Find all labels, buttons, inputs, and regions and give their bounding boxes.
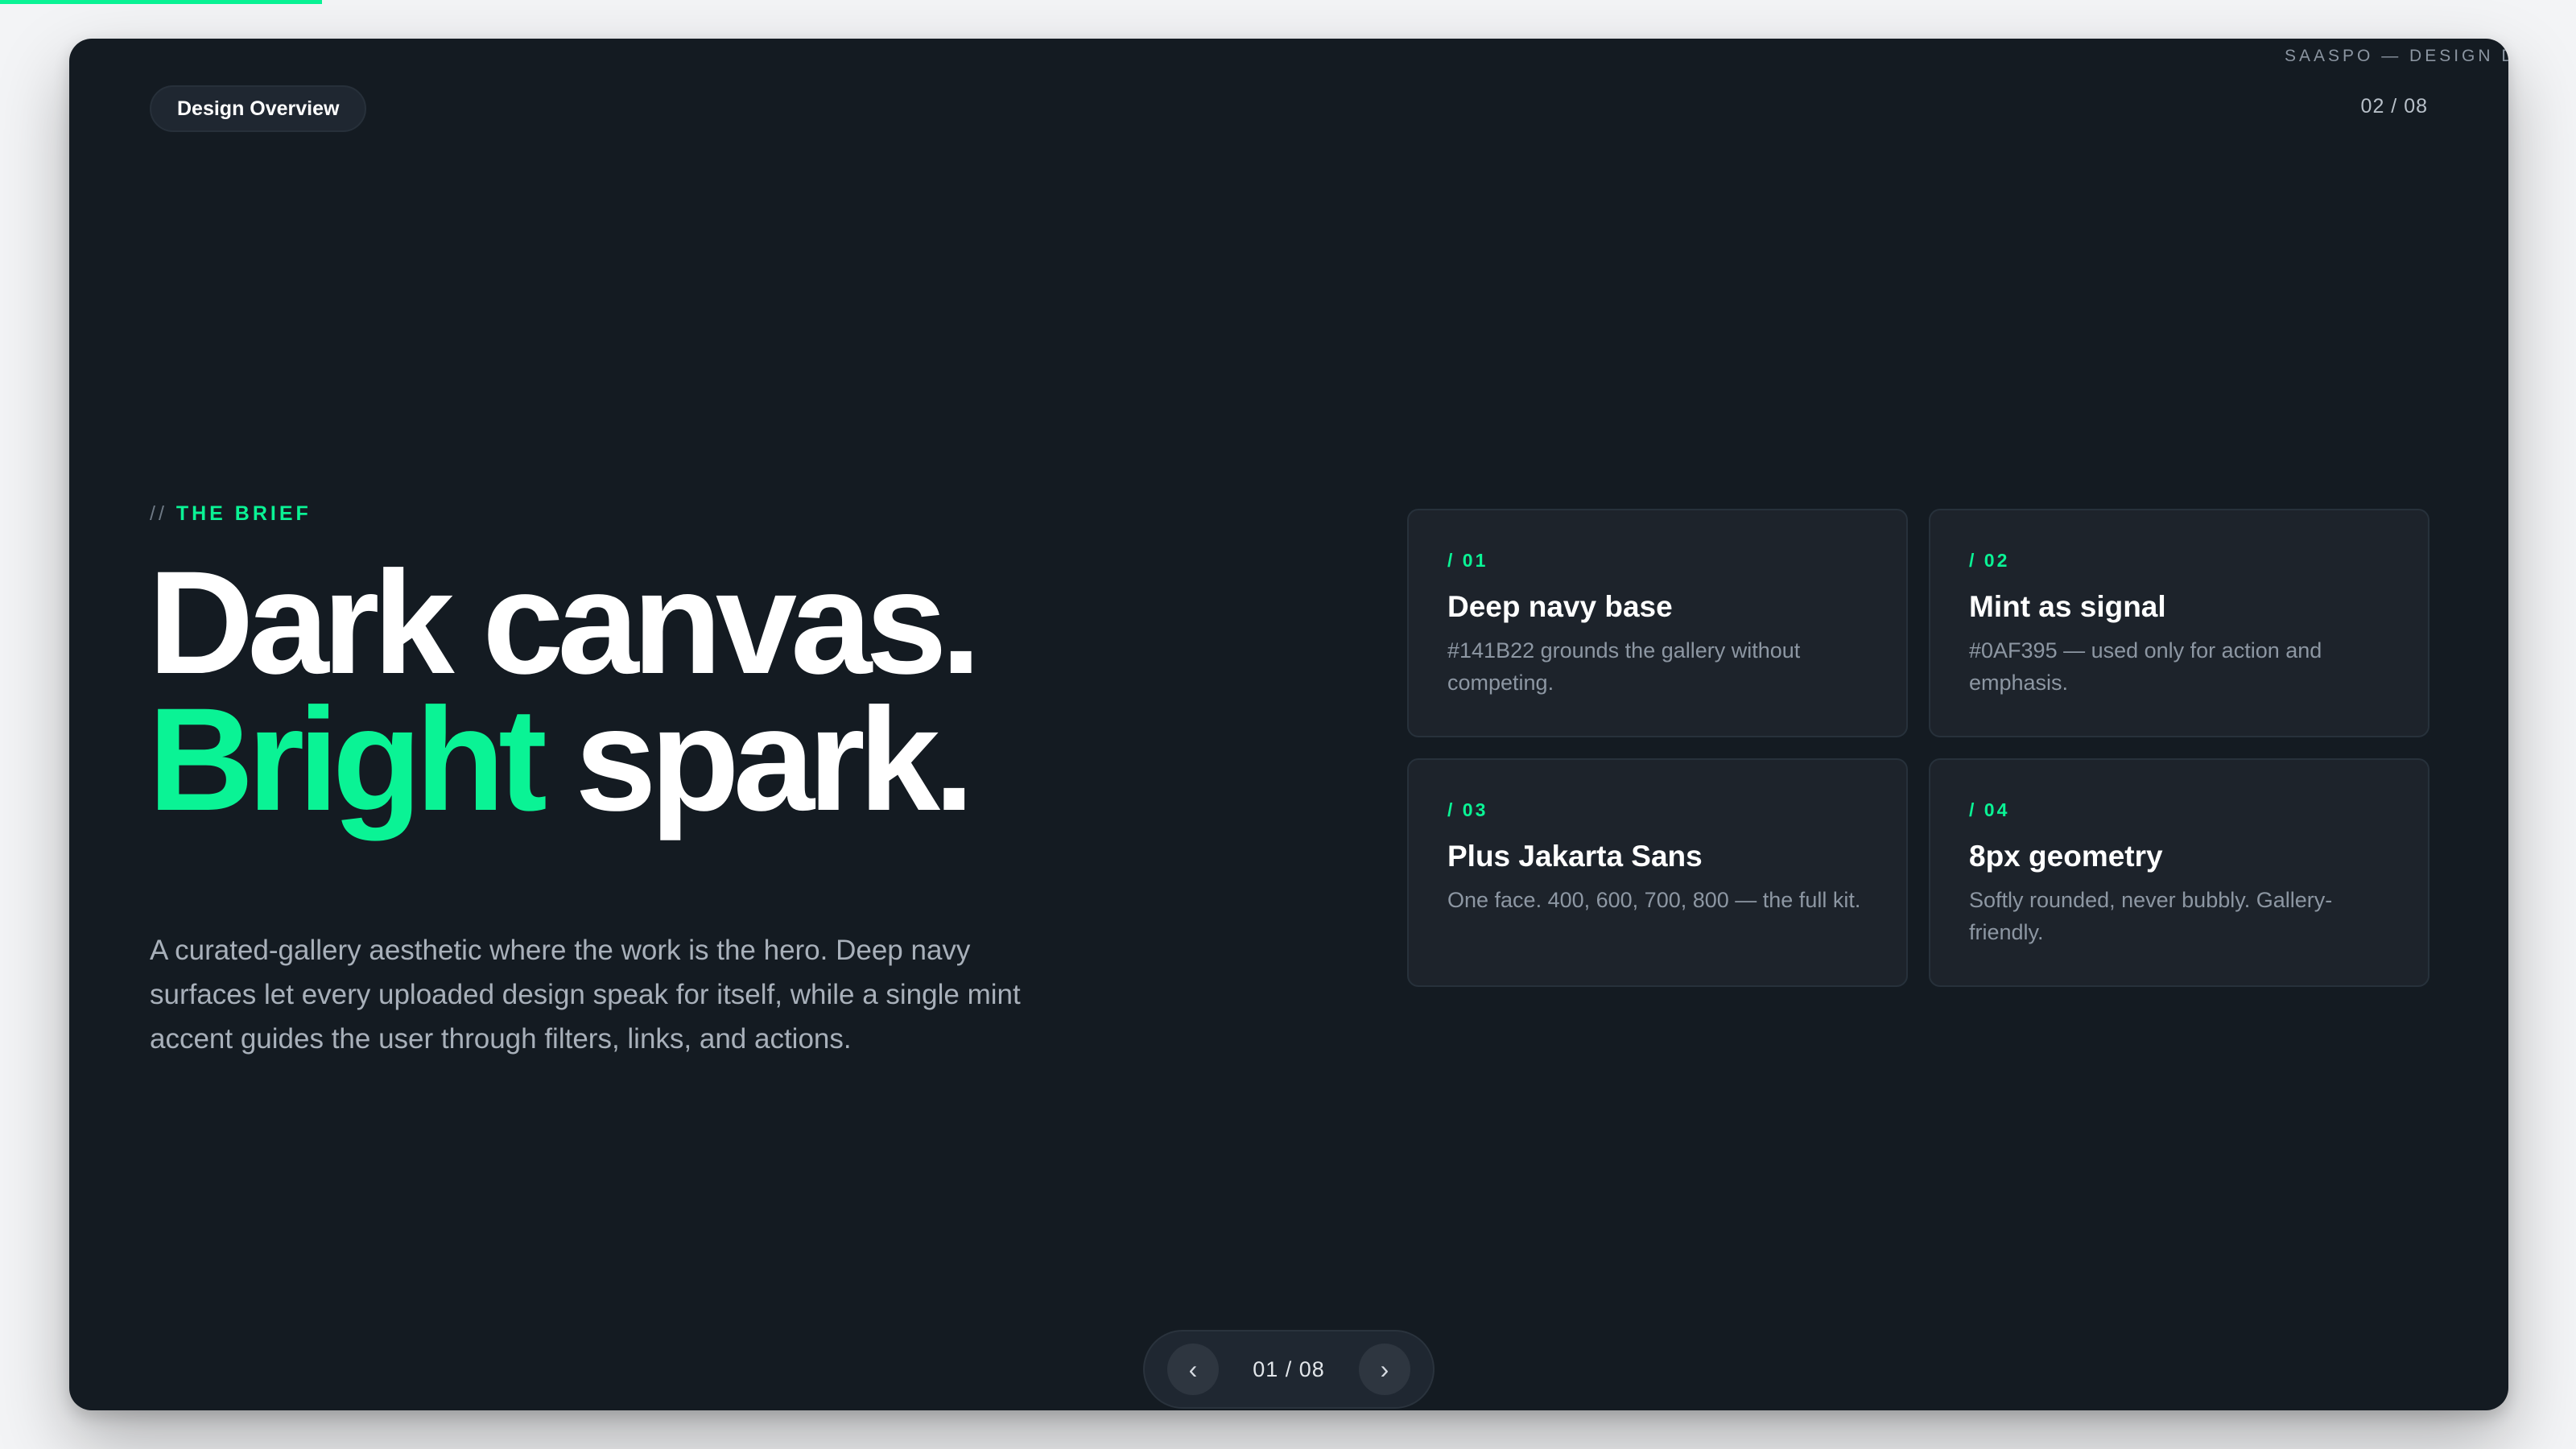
headline-line-1: Dark canvas. (148, 540, 981, 704)
design-overview-slide: SAASPO — DESIGN DE Design Overview 02 / … (69, 39, 2508, 1410)
card-number: / 01 (1447, 550, 1488, 571)
headline-accent-word: Bright (148, 677, 547, 841)
card-description: Softly rounded, never bubbly. Gallery-fr… (1969, 888, 2333, 944)
design-principles-grid: / 01 Deep navy base #141B22 grounds the … (1407, 509, 2429, 987)
card-number: / 04 (1969, 799, 2010, 820)
hero-description: A curated-gallery aesthetic where the wo… (150, 935, 1021, 1055)
principle-card-plus-jakarta-sans: / 03 Plus Jakarta Sans One face. 400, 60… (1407, 758, 1908, 987)
design-overview-badge: Design Overview (150, 85, 367, 132)
chevron-left-icon: ‹ (1188, 1355, 1198, 1384)
next-slide-button[interactable]: › (1358, 1344, 1410, 1395)
card-number: / 03 (1447, 799, 1488, 820)
hero-headline: Dark canvas. Bright spark. (148, 540, 1138, 832)
badge-label: Design Overview (177, 97, 340, 120)
headline-line-2-rest: spark. (540, 677, 974, 841)
previous-slide-button[interactable]: ‹ (1167, 1344, 1219, 1395)
slide-navigation: ‹ 01 / 08 › (1143, 1330, 1435, 1409)
card-title: Mint as signal (1969, 590, 2166, 623)
section-eyebrow: // THE BRIEF (150, 502, 312, 526)
card-title: 8px geometry (1969, 840, 2163, 873)
card-title: Plus Jakarta Sans (1447, 840, 1703, 873)
eyebrow-text: THE BRIEF (175, 502, 312, 525)
eyebrow-prefix: // (150, 502, 167, 525)
headline-line-2: Bright spark. (148, 686, 1138, 832)
slide-counter: 01 / 08 (1253, 1356, 1325, 1381)
card-description: One face. 400, 600, 700, 800 — the full … (1447, 888, 1861, 912)
chevron-right-icon: › (1380, 1355, 1389, 1384)
page-indicator: 02 / 08 (2360, 95, 2428, 118)
principle-card-8px-geometry: / 04 8px geometry Softly rounded, never … (1929, 758, 2429, 987)
card-description: #141B22 grounds the gallery without comp… (1447, 638, 1801, 695)
card-title: Deep navy base (1447, 590, 1673, 623)
principle-card-mint-as-signal: / 02 Mint as signal #0AF395 — used only … (1929, 509, 2429, 737)
corner-label: SAASPO — DESIGN DE (2285, 47, 2508, 65)
principle-card-deep-navy-base: / 01 Deep navy base #141B22 grounds the … (1407, 509, 1908, 737)
card-description: #0AF395 — used only for action and empha… (1969, 638, 2322, 695)
top-progress-indicator (0, 0, 322, 4)
card-number: / 02 (1969, 550, 2010, 571)
